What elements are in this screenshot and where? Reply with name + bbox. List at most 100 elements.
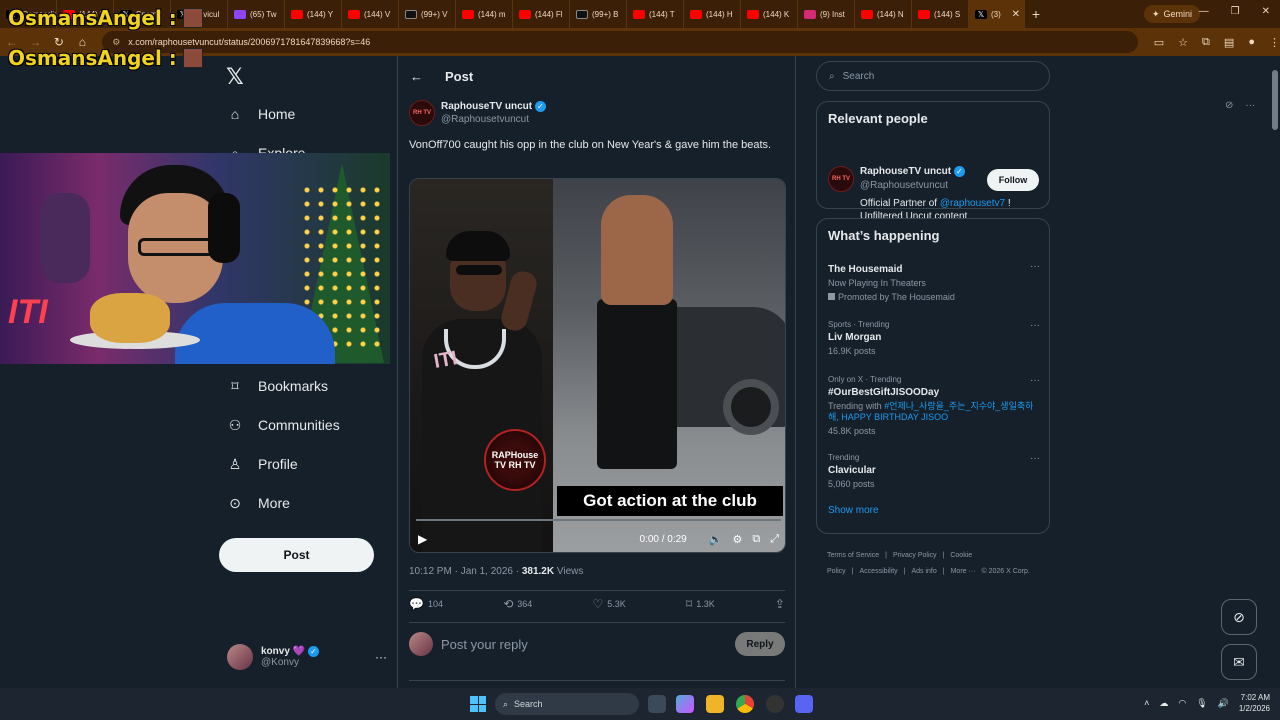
browser-tab[interactable]: (65) Tw [228, 0, 285, 28]
more-dots-icon[interactable]: ··· [375, 650, 387, 664]
like-action[interactable]: ♡ 5.3K [593, 597, 626, 611]
trend-item[interactable]: Trending Clavicular 5,060 posts ··· [828, 453, 1040, 490]
chrome-icon[interactable] [736, 695, 754, 713]
footer-link[interactable]: Privacy Policy [893, 552, 937, 559]
browser-tab[interactable]: (144) T [627, 0, 684, 28]
show-more-link[interactable]: Show more [828, 505, 879, 516]
relevant-avatar[interactable]: RH TV [828, 166, 854, 192]
mic-icon[interactable]: 🎙 [1196, 698, 1207, 709]
trend-more-icon[interactable]: ··· [1030, 375, 1040, 386]
fullscreen-icon[interactable]: ⤢ [770, 533, 779, 546]
author-name[interactable]: RaphouseTV uncut ✓ [441, 100, 546, 112]
sidepanel-icon[interactable]: ▤ [1224, 36, 1234, 49]
task-view-icon[interactable] [648, 695, 666, 713]
cast-icon[interactable]: ▭ [1154, 36, 1164, 49]
scrollbar-thumb[interactable] [1272, 70, 1278, 130]
share-action[interactable]: ⇪ [775, 597, 785, 611]
webcam-food [90, 293, 170, 343]
video-progress-bar[interactable] [416, 519, 781, 521]
messages-icon[interactable]: ✉ [1221, 644, 1257, 680]
nav-item-home[interactable]: ⌂ Home [226, 105, 296, 123]
back-arrow-icon[interactable]: ← [410, 69, 423, 84]
browser-tab[interactable]: (99+) B [570, 0, 627, 28]
clock[interactable]: 7:02 AM 1/2/2026 [1239, 692, 1270, 714]
trend-more-icon[interactable]: ··· [1030, 453, 1040, 464]
address-bar-icons: ▭ ☆ ⧉ ▤ ● ⋮ [1154, 36, 1280, 49]
chevron-up-icon[interactable]: ˄ [1144, 698, 1149, 708]
taskbar-search[interactable]: ⌕ Search [495, 693, 639, 715]
app-icon[interactable] [766, 695, 784, 713]
restore-icon[interactable]: ❐ [1231, 6, 1240, 17]
nav-item-bookmarks[interactable]: ⌑ Bookmarks [226, 377, 328, 395]
trend-item[interactable]: Sports · Trending Liv Morgan 16.9K posts… [828, 320, 1040, 357]
nav-item-more[interactable]: ⊙ More [226, 494, 290, 512]
browser-tab[interactable]: (144) Y [285, 0, 342, 28]
follow-button[interactable]: Follow [987, 169, 1039, 191]
menu-icon[interactable]: ⋮ [1269, 36, 1280, 49]
close-tab-icon[interactable]: ✕ [1012, 9, 1020, 20]
gemini-button[interactable]: ✦ Gemini [1143, 5, 1200, 23]
post-button[interactable]: Post [219, 538, 374, 572]
browser-tab[interactable]: (144) N [855, 0, 912, 28]
author-avatar[interactable]: RH TV [409, 100, 435, 126]
browser-tab[interactable]: 𝕏 (3) ✕ [969, 0, 1025, 28]
bookmark-action[interactable]: ⌑ 1.3K [686, 597, 715, 611]
author-handle[interactable]: @Raphousetvuncut [441, 114, 546, 125]
reply-action[interactable]: 💬 104 [409, 597, 443, 611]
nav-item-label: Profile [258, 456, 298, 472]
tray-app-icon[interactable]: ☁ [1159, 698, 1168, 709]
profile-browser-icon[interactable]: ● [1248, 36, 1255, 49]
footer-link[interactable]: © 2026 X Corp. [981, 568, 1029, 575]
nav-item-profile[interactable]: ♙ Profile [226, 455, 298, 473]
repost-action[interactable]: ⟲ 364 [503, 597, 532, 611]
relevant-handle[interactable]: @Raphousetvuncut [860, 180, 948, 191]
copilot-icon[interactable] [676, 695, 694, 713]
relevant-person: RH TV RaphouseTV uncut ✓ @Raphousetvuncu… [817, 126, 1049, 222]
browser-tab[interactable]: (144) V [342, 0, 399, 28]
grok-fab-icon[interactable]: ⊘ [1221, 599, 1257, 635]
browser-tab[interactable]: (9) Inst [798, 0, 855, 28]
x-logo-icon[interactable]: 𝕏 [226, 64, 244, 90]
post-timestamp[interactable]: 10:12 PM · Jan 1, 2026 · [409, 566, 522, 577]
relevant-name[interactable]: RaphouseTV uncut ✓ [860, 166, 965, 177]
discord-icon[interactable] [795, 695, 813, 713]
account-switcher[interactable]: konvy 💜 ✓ @Konvy ··· [227, 644, 387, 670]
search-input[interactable]: ⌕ Search [816, 61, 1050, 91]
trend-more-icon[interactable]: ··· [1030, 261, 1040, 272]
reply-button[interactable]: Reply [735, 632, 785, 656]
trend-category: Sports · Trending [828, 320, 890, 329]
trend-item[interactable]: Only on X · Trending #OurBestGiftJISOODa… [828, 375, 1040, 437]
left-nav: 𝕏 ⌂Home⌕Explore⌑Bookmarks⚇Communities♙Pr… [219, 56, 394, 688]
settings-icon[interactable]: ⚙ [732, 533, 742, 546]
windows-start-icon[interactable] [470, 696, 486, 712]
footer-link[interactable]: More ··· [951, 568, 976, 575]
scrollbar[interactable] [1270, 56, 1280, 688]
trend-item[interactable]: The Housemaid Now Playing In Theaters Pr… [828, 261, 1040, 303]
volume-icon[interactable]: 🔈 [709, 533, 723, 546]
trend-more-icon[interactable]: ··· [1030, 320, 1040, 331]
volume-icon[interactable]: 🔊 [1218, 698, 1229, 709]
pip-icon[interactable]: ⧉ [752, 533, 760, 546]
browser-tab[interactable]: (144) Fl [513, 0, 570, 28]
footer-link[interactable]: Ads info [911, 568, 936, 575]
new-tab-icon[interactable]: + [1025, 6, 1047, 22]
footer-link[interactable]: Accessibility [860, 568, 898, 575]
browser-tab[interactable]: (144) m [456, 0, 513, 28]
close-window-icon[interactable]: ✕ [1262, 6, 1270, 17]
star-icon[interactable]: ☆ [1178, 36, 1188, 49]
browser-tab[interactable]: (144) K [741, 0, 798, 28]
play-icon[interactable]: ▶ [418, 532, 427, 546]
video-player[interactable]: ITI RAPHouse TV RH TV Got action at the … [409, 178, 786, 553]
nav-item-communities[interactable]: ⚇ Communities [226, 416, 340, 434]
wifi-icon[interactable]: ◠ [1178, 698, 1186, 709]
file-explorer-icon[interactable] [706, 695, 724, 713]
minimize-icon[interactable]: — [1199, 6, 1209, 17]
footer-link[interactable]: Terms of Service [827, 552, 879, 559]
url-field[interactable]: ⚙ x.com/raphousetvuncut/status/200697178… [102, 31, 1138, 53]
browser-tab[interactable]: (144) H [684, 0, 741, 28]
extensions-icon[interactable]: ⧉ [1202, 36, 1210, 49]
reply-input[interactable]: Post your reply [441, 637, 528, 652]
browser-tab[interactable]: (144) S [912, 0, 969, 28]
bio-link[interactable]: @raphousetv7 [940, 198, 1005, 209]
browser-tab[interactable]: (99+) V [399, 0, 456, 28]
